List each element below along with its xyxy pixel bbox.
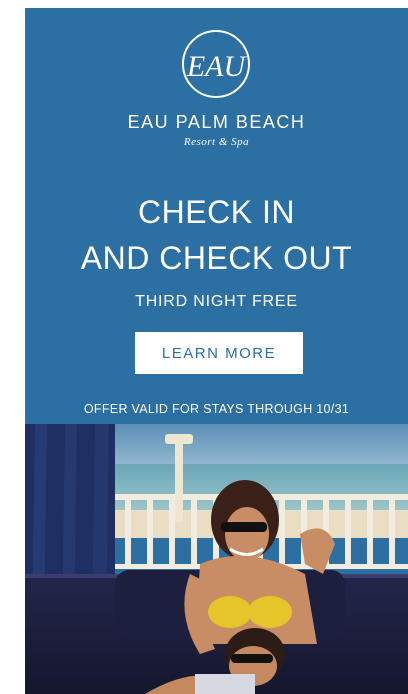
subheadline: THIRD NIGHT FREE	[135, 293, 298, 310]
brand-tagline: Resort & Spa	[183, 136, 250, 148]
learn-more-button[interactable]: LEARN MORE	[135, 332, 303, 374]
offer-validity-note: OFFER VALID FOR STAYS THROUGH 10/31	[83, 402, 350, 416]
hero-photo	[25, 424, 408, 694]
ad-banner: EAU EAU PALM BEACH Resort & Spa CHECK IN…	[25, 8, 408, 694]
headline-line-2: AND CHECK OUT	[80, 240, 353, 276]
brand-logo: EAU	[182, 30, 250, 98]
logo-monogram: EAU	[186, 50, 248, 83]
headline-line-1: CHECK IN	[138, 194, 295, 230]
brand-name: EAU PALM BEACH	[127, 112, 306, 132]
